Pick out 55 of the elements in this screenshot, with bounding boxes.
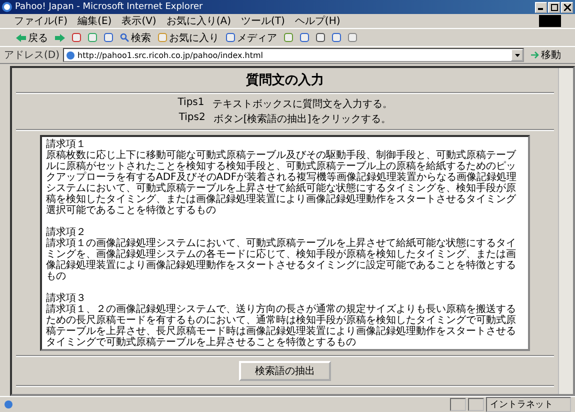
history-button[interactable] — [282, 33, 295, 42]
page-heading: 質問文の入力 — [245, 72, 325, 89]
page-icon — [4, 400, 13, 409]
tip-label: Tips2 — [178, 112, 206, 125]
menu-item[interactable]: ファイル(F) — [14, 14, 68, 28]
claim-title: 請求項１ — [46, 139, 87, 150]
status-panel — [468, 398, 484, 411]
claim-text: 請求項１、２の画像記録処理システムで、送り方向の長さが通常の規定サイズよりも長い原稿を搬送するための長尺原稿モードを有するものにおいて、通常時は検知手段が原稿を検知したタイミングで可動式原稿テーブルを上昇させ、長尺原稿モード時は画像記録処理装置により画像記録処理動作をスタートさせるタイミングで可動式原稿テーブルを上昇させることを特徴とするもの — [46, 304, 517, 348]
note-button[interactable] — [346, 33, 359, 42]
toolbar-icon — [158, 33, 167, 42]
stop-button[interactable] — [70, 33, 83, 42]
print-button[interactable] — [314, 33, 327, 42]
menu-item[interactable]: お気に入り(A) — [166, 14, 231, 28]
tip-label: Tips1 — [178, 97, 204, 110]
claim-text: 原稿枚数に応じ上下に移動可能な可動式原稿テーブル及びその駆動手段、制御手段と、可動式原稿テーブルに原稿がセットされたことを検知する検知手段と、可動式原稿テーブル上の原稿を給紙するためのピックアップローラを有するADF及びそのADFが装着される複写機等画像記録処理装置からなる画像記録処理システムにおいて、可動式原稿テーブルを上昇させて給紙可能な状態にするタイミングを、検知手段が原稿を検知したタイミング、または画像記録処理装置により画像記録処理動作をスタートさせるタイミング選択可能であることを特徴とするもの — [46, 150, 518, 216]
dropdown-button[interactable] — [511, 49, 523, 61]
go-button[interactable]: 移動 — [527, 48, 571, 62]
question-text-area[interactable] — [40, 135, 530, 351]
refresh-button[interactable] — [86, 33, 99, 42]
menu-item[interactable]: ヘルプ(H) — [294, 14, 340, 28]
claim-title: 請求項３ — [46, 293, 87, 304]
status-panel — [450, 398, 466, 411]
menu-item[interactable]: 編集(E) — [78, 14, 112, 28]
arrow-icon — [531, 51, 539, 59]
window-title: Pahoo! Japan - Microsoft Internet Explorer — [15, 2, 204, 12]
edit-button[interactable] — [330, 33, 343, 42]
search-button[interactable]: 検索 — [118, 30, 153, 44]
close-button[interactable] — [561, 2, 573, 12]
address-label: アドレス(D) — [4, 49, 60, 62]
page-icon — [66, 50, 75, 60]
claim-text: 請求項１の画像記録処理システムにおいて、可動式原稿テーブルを上昇させて給紙可能な状態にするタイミングを、画像記録処理システムの各モードに応じて、検知手段が原稿を検知したタイミング、または画像記録処理装置により画像記録処理動作をスタートさせるタイミングに設定可能であることを特徴とするもの — [46, 238, 517, 282]
menu-item[interactable]: ツール(T) — [241, 14, 285, 28]
tip-text: ボタン[検索語の抽出]をクリックする。 — [213, 112, 392, 126]
browser-logo-icon — [2, 2, 12, 12]
maximize-icon — [550, 4, 558, 10]
arrow-icon — [16, 34, 26, 42]
claim-title: 請求項２ — [46, 227, 87, 238]
scrollbar[interactable] — [558, 68, 573, 394]
address-field[interactable]: http://pahoo1.src.ricoh.co.jp/pahoo/index.html — [62, 48, 524, 62]
maximize-button[interactable] — [548, 2, 560, 12]
tip-text: テキストボックスに質問文を入力する。 — [212, 98, 392, 111]
media-button[interactable]: メディア — [224, 30, 279, 44]
home-button[interactable] — [102, 33, 115, 42]
back-button[interactable]: 戻る — [14, 30, 50, 44]
extract-button[interactable]: 検索語の抽出 — [239, 361, 331, 381]
zone-indicator: イントラネット — [486, 397, 571, 412]
toolbar-icon — [226, 33, 235, 42]
caret-icon — [514, 54, 520, 56]
search-icon — [120, 33, 129, 42]
favorites-button[interactable]: お気に入り — [156, 30, 221, 44]
menu-item[interactable]: 表示(V) — [122, 14, 156, 28]
minimize-button[interactable] — [535, 2, 547, 12]
mail-button[interactable] — [298, 33, 311, 42]
arrow-icon — [55, 34, 65, 42]
close-icon — [564, 4, 570, 10]
